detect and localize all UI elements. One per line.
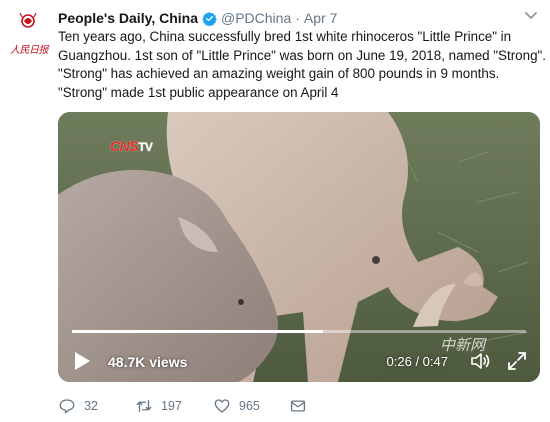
like-count: 965	[239, 399, 260, 413]
reply-button[interactable]: 32	[58, 397, 98, 415]
heart-icon	[214, 399, 230, 413]
tweet-text-line: Ten years ago, China successfully bred 1…	[58, 29, 512, 44]
tweet-text-line: "Strong" has achieved an amazing weight …	[58, 66, 500, 81]
tweet-text: Ten years ago, China successfully bred 1…	[58, 28, 546, 102]
tweet-actions: 32 197 965	[58, 397, 358, 415]
play-icon[interactable]	[72, 350, 92, 372]
chevron-down-icon[interactable]	[524, 11, 538, 21]
tweet-text-line: Guangzhou. 1st son of "Little Prince" wa…	[58, 47, 546, 63]
avatar[interactable]: 人民日报	[8, 9, 49, 56]
tweet-date[interactable]: Apr 7	[304, 10, 337, 26]
video-progress-fill	[72, 330, 324, 333]
video-progress-bar[interactable]	[72, 330, 526, 333]
channel-logo: CNSTV	[110, 138, 153, 154]
like-button[interactable]: 965	[213, 397, 260, 415]
direct-message-button[interactable]	[289, 397, 307, 415]
reply-icon	[59, 399, 75, 414]
retweet-icon	[136, 400, 152, 412]
user-handle[interactable]: @PDChina	[221, 10, 291, 26]
fullscreen-icon[interactable]	[506, 350, 528, 372]
display-name[interactable]: People's Daily, China	[58, 10, 198, 26]
reply-count: 32	[84, 399, 98, 413]
header-separator: ·	[295, 10, 300, 26]
video-player[interactable]: CNSTV 中新网 48.7K views 0:26 / 0:47	[58, 112, 540, 382]
envelope-icon	[290, 400, 306, 412]
channel-logo-text: CNS	[110, 138, 139, 154]
video-view-count: 48.7K views	[108, 354, 188, 370]
channel-logo-suffix: TV	[138, 140, 153, 154]
volume-icon[interactable]	[468, 350, 492, 372]
tweet-text-line: "Strong" made 1st public appearance on A…	[58, 84, 339, 100]
video-time: 0:26 / 0:47	[386, 354, 448, 369]
tweet-header: People's Daily, China @PDChina · Apr 7	[58, 9, 337, 27]
retweet-button[interactable]: 197	[135, 397, 182, 415]
retweet-count: 197	[161, 399, 182, 413]
avatar-logo-text: 人民日报	[10, 45, 49, 56]
verified-badge-icon	[202, 11, 217, 26]
